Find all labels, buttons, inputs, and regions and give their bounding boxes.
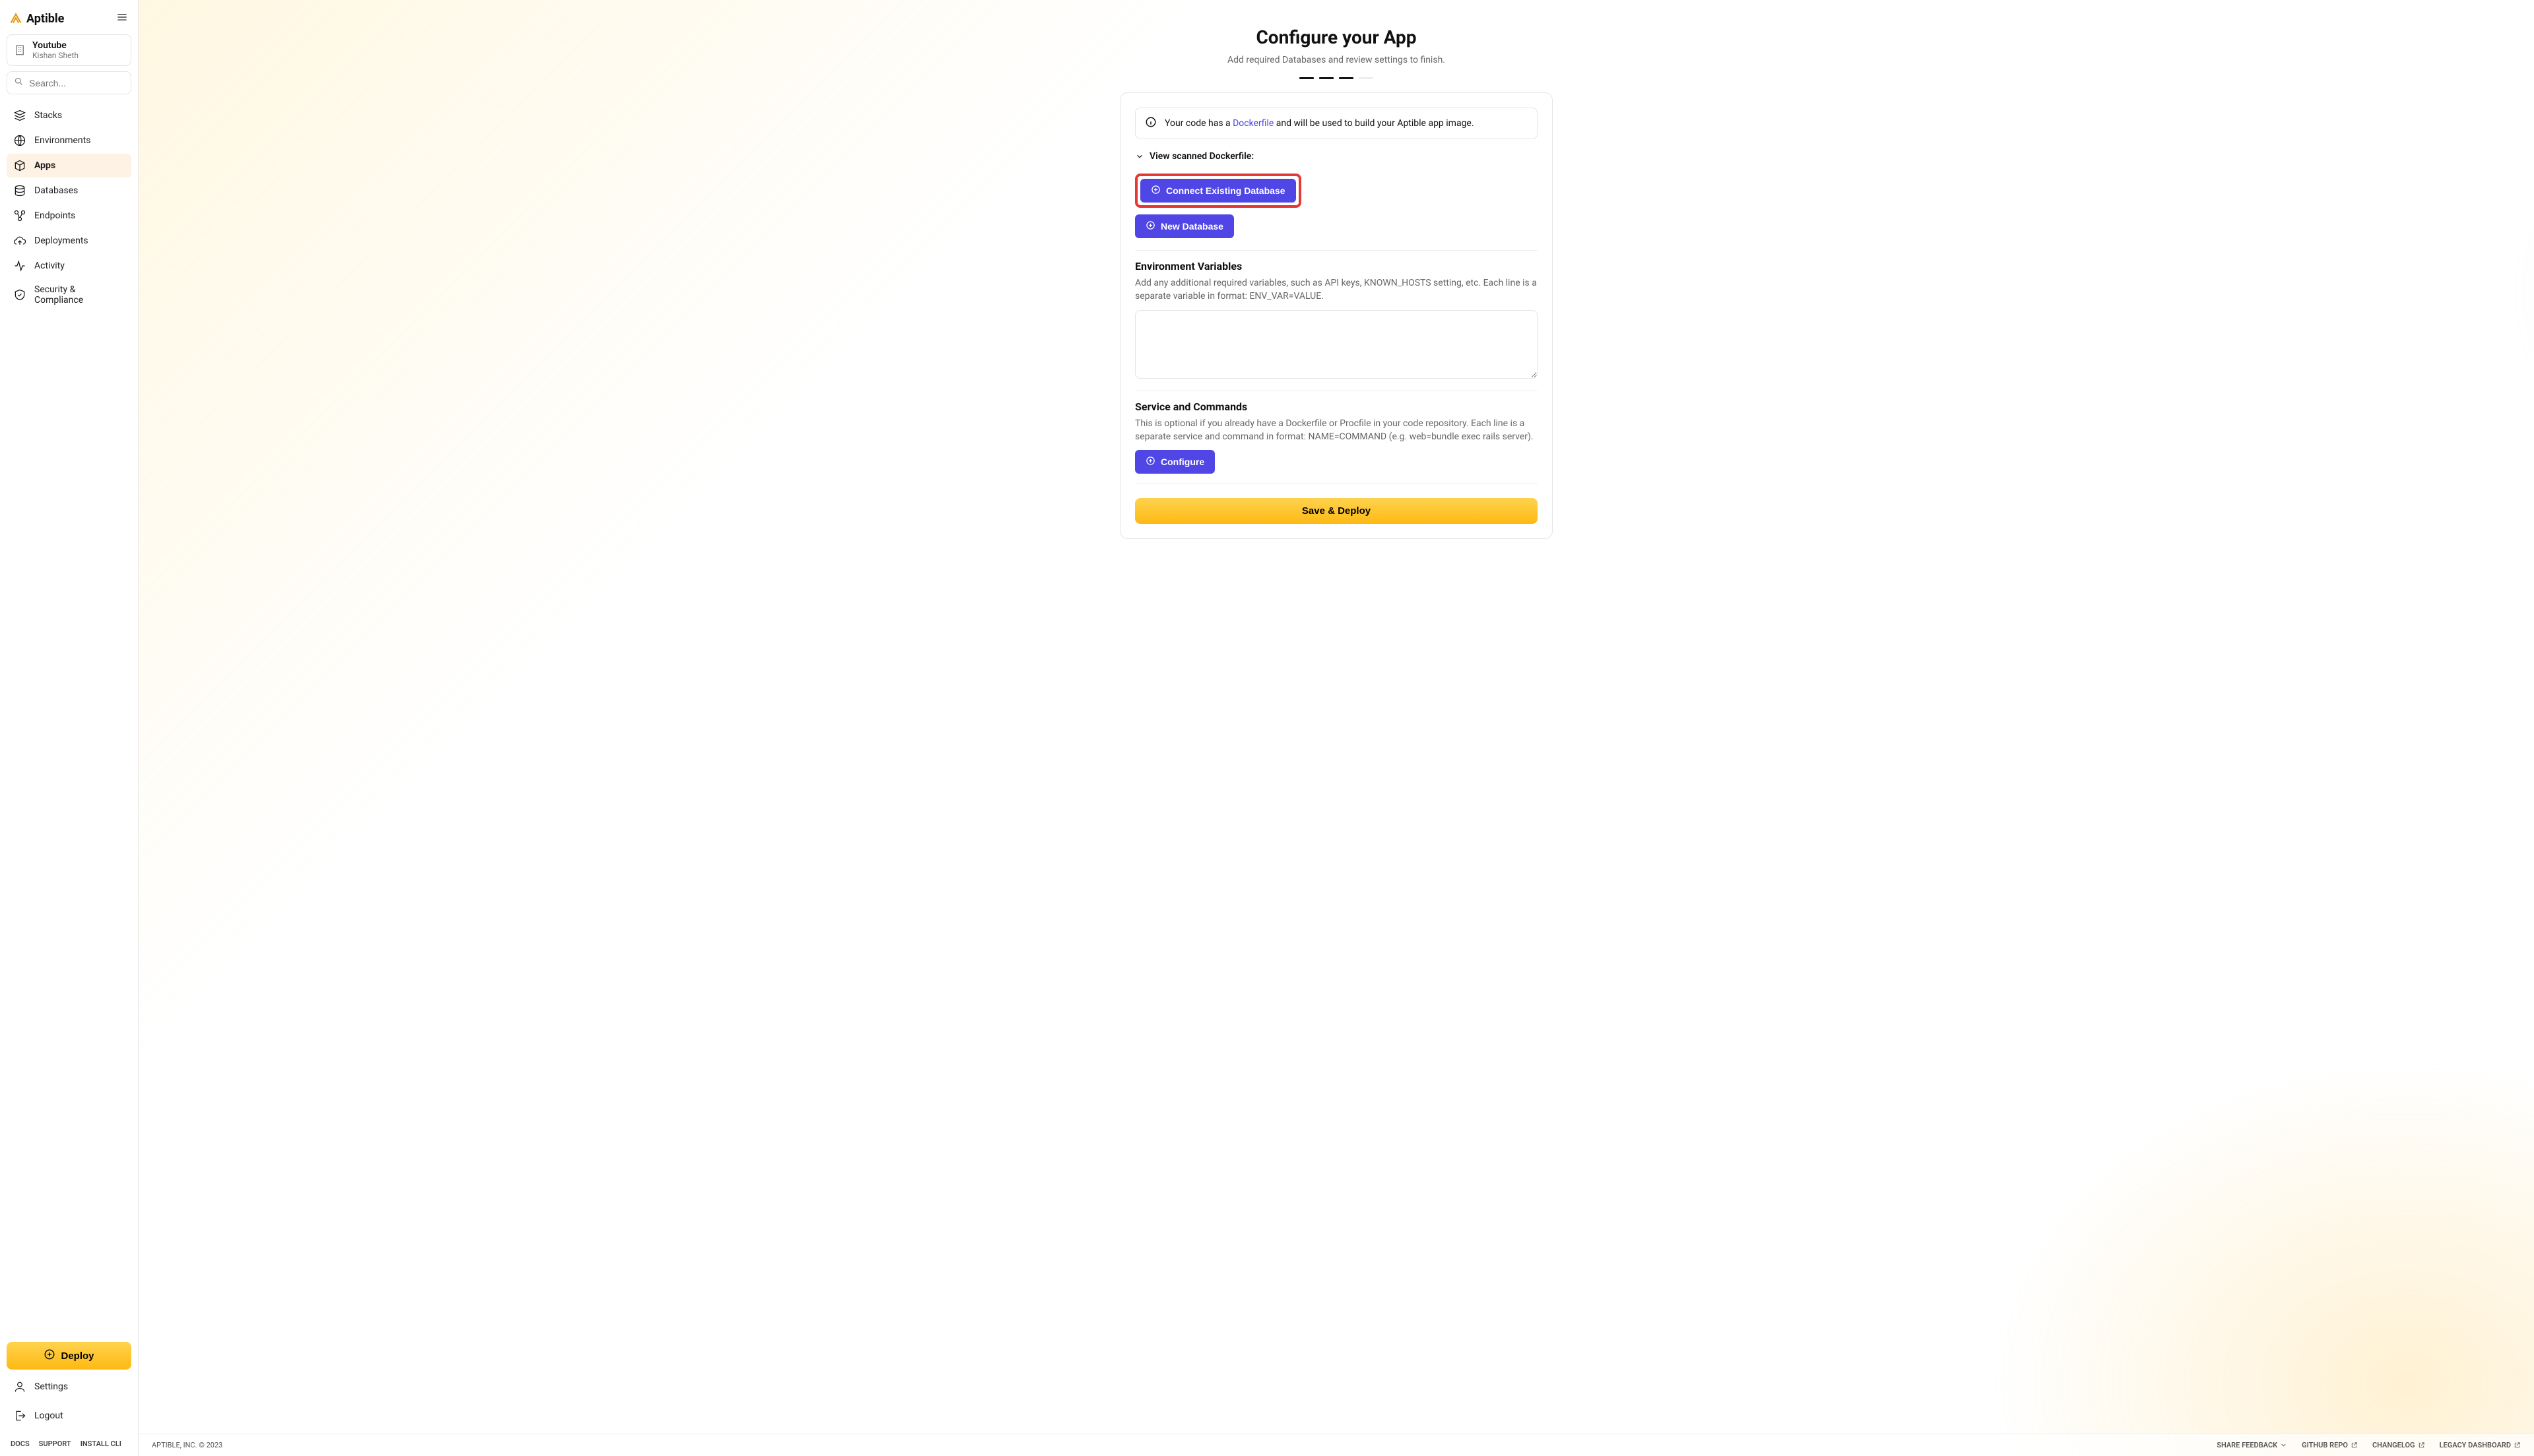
sidebar-item-label: Endpoints: [34, 210, 75, 221]
plus-circle-icon: [44, 1348, 55, 1363]
env-vars-desc: Add any additional required variables, s…: [1135, 276, 1538, 303]
sidebar-item-label: Activity: [34, 261, 65, 271]
dockerfile-link[interactable]: Dockerfile: [1233, 118, 1274, 129]
search-icon: [14, 77, 24, 89]
settings-link[interactable]: Settings: [7, 1375, 131, 1399]
sidebar-item-deployments[interactable]: Deployments: [7, 229, 131, 253]
org-switcher[interactable]: Youtube Kishan Sheth: [7, 34, 131, 66]
sidebar-item-label: Databases: [34, 185, 78, 196]
footer-copyright: APTIBLE, INC. © 2023: [152, 1441, 222, 1449]
divider: [1135, 250, 1538, 251]
sidebar-item-stacks[interactable]: Stacks: [7, 104, 131, 127]
footer-docs[interactable]: DOCS: [11, 1440, 30, 1448]
sidebar-item-apps[interactable]: Apps: [7, 154, 131, 177]
shield-icon: [13, 288, 26, 301]
database-icon: [13, 184, 26, 197]
deploy-button[interactable]: Deploy: [7, 1342, 131, 1370]
brand-logo-icon: [9, 12, 22, 25]
footer-changelog[interactable]: CHANGELOG: [2372, 1441, 2425, 1449]
services-title: Service and Commands: [1135, 400, 1538, 413]
chevron-down-icon: [1135, 152, 1144, 161]
stacks-icon: [13, 109, 26, 122]
sidebar-item-endpoints[interactable]: Endpoints: [7, 204, 131, 228]
footer-support[interactable]: SUPPORT: [39, 1440, 71, 1448]
configure-button[interactable]: Configure: [1135, 450, 1215, 474]
external-link-icon: [2351, 1441, 2358, 1449]
configure-label: Configure: [1161, 457, 1204, 467]
brand-logo[interactable]: Aptible: [9, 12, 64, 26]
main-content: Configure your App Add required Database…: [139, 0, 2534, 1456]
logout-link[interactable]: Logout: [7, 1404, 131, 1428]
sidebar-item-label: Deployments: [34, 236, 88, 246]
building-icon: [14, 44, 26, 56]
save-deploy-button[interactable]: Save & Deploy: [1135, 498, 1538, 524]
external-link-icon: [2514, 1441, 2521, 1449]
sidebar-item-security[interactable]: Security & Compliance: [7, 279, 131, 311]
view-dockerfile-label: View scanned Dockerfile:: [1150, 151, 1254, 162]
services-desc: This is optional if you already have a D…: [1135, 417, 1538, 444]
cloud-upload-icon: [13, 234, 26, 247]
plus-circle-icon: [1146, 220, 1155, 232]
env-vars-title: Environment Variables: [1135, 260, 1538, 272]
env-vars-textarea[interactable]: [1135, 310, 1538, 379]
sidebar-item-activity[interactable]: Activity: [7, 254, 131, 278]
footer-github[interactable]: GITHUB REPO: [2302, 1441, 2358, 1449]
logout-label: Logout: [34, 1410, 63, 1421]
dockerfile-banner: Your code has a Dockerfile and will be u…: [1135, 108, 1538, 139]
org-name: Youtube: [32, 40, 79, 51]
sidebar-item-label: Stacks: [34, 110, 62, 121]
page-subtitle: Add required Databases and review settin…: [1227, 55, 1445, 65]
sidebar: Aptible Youtube Kishan Sheth S: [0, 0, 139, 1456]
activity-icon: [13, 259, 26, 272]
stepper: [1299, 77, 1373, 79]
search-input-wrap[interactable]: [7, 71, 131, 94]
deploy-label: Deploy: [61, 1350, 94, 1362]
banner-text: Your code has a Dockerfile and will be u…: [1165, 118, 1474, 129]
divider: [1135, 483, 1538, 484]
connect-db-label: Connect Existing Database: [1166, 185, 1285, 196]
highlight-annotation: Connect Existing Database: [1135, 174, 1301, 208]
new-database-button[interactable]: New Database: [1135, 214, 1234, 238]
footer-legacy[interactable]: LEGACY DASHBOARD: [2440, 1441, 2521, 1449]
logout-icon: [13, 1409, 26, 1422]
brand-name: Aptible: [26, 12, 64, 26]
sidebar-item-label: Environments: [34, 135, 90, 146]
cube-icon: [13, 159, 26, 172]
search-input[interactable]: [29, 78, 148, 88]
connect-database-button[interactable]: Connect Existing Database: [1140, 179, 1296, 203]
chevron-down-icon: [2280, 1441, 2287, 1449]
plus-circle-icon: [1146, 456, 1155, 468]
new-db-label: New Database: [1161, 221, 1223, 232]
sidebar-item-databases[interactable]: Databases: [7, 179, 131, 203]
sidebar-item-environments[interactable]: Environments: [7, 129, 131, 152]
config-card: Your code has a Dockerfile and will be u…: [1120, 92, 1553, 539]
save-label: Save & Deploy: [1302, 505, 1371, 517]
footer-share[interactable]: SHARE FEEDBACK: [2217, 1441, 2287, 1449]
settings-label: Settings: [34, 1381, 68, 1392]
step-4: [1359, 77, 1373, 79]
org-user: Kishan Sheth: [32, 51, 79, 60]
menu-toggle-icon[interactable]: [115, 11, 129, 26]
external-link-icon: [2418, 1441, 2425, 1449]
page-title: Configure your App: [1256, 26, 1416, 48]
globe-icon: [13, 134, 26, 147]
footer-install[interactable]: INSTALL CLI: [81, 1440, 121, 1448]
step-3: [1339, 77, 1353, 79]
info-icon: [1145, 116, 1157, 131]
network-icon: [13, 209, 26, 222]
plus-circle-icon: [1151, 185, 1161, 197]
footer-bar: APTIBLE, INC. © 2023 SHARE FEEDBACK GITH…: [139, 1434, 2534, 1456]
user-icon: [13, 1380, 26, 1393]
view-dockerfile-toggle[interactable]: View scanned Dockerfile:: [1135, 151, 1538, 162]
step-1: [1299, 77, 1314, 79]
sidebar-item-label: Security & Compliance: [34, 284, 125, 305]
sidebar-item-label: Apps: [34, 160, 55, 171]
step-2: [1319, 77, 1334, 79]
